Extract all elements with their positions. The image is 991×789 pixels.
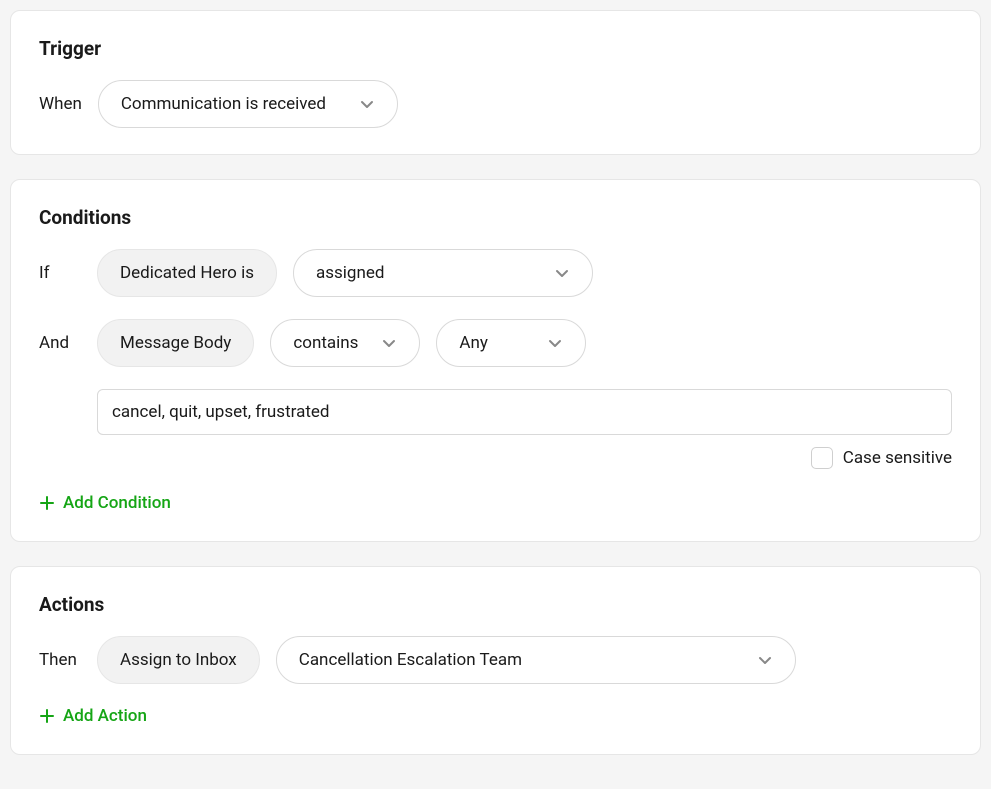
and-label: And bbox=[39, 333, 81, 353]
then-label: Then bbox=[39, 650, 81, 670]
add-action-label: Add Action bbox=[63, 706, 147, 726]
keywords-input[interactable] bbox=[97, 389, 952, 435]
condition-row-2: And Message Body contains Any bbox=[39, 319, 952, 367]
trigger-card: Trigger When Communication is received bbox=[10, 10, 981, 155]
case-sensitive-label: Case sensitive bbox=[843, 448, 952, 468]
case-sensitive-row: Case sensitive bbox=[39, 447, 952, 469]
condition2-match-label: Any bbox=[459, 333, 488, 353]
trigger-title: Trigger bbox=[39, 37, 952, 60]
trigger-event-select[interactable]: Communication is received bbox=[98, 80, 398, 128]
condition1-field-label: Dedicated Hero is bbox=[120, 263, 254, 283]
if-label: If bbox=[39, 263, 81, 283]
chevron-down-icon bbox=[757, 652, 773, 668]
condition2-field-pill[interactable]: Message Body bbox=[97, 319, 254, 367]
plus-icon bbox=[39, 495, 55, 511]
when-label: When bbox=[39, 94, 82, 114]
chevron-down-icon bbox=[359, 96, 375, 112]
actions-card: Actions Then Assign to Inbox Cancellatio… bbox=[10, 566, 981, 755]
condition1-value-label: assigned bbox=[316, 263, 384, 283]
condition1-value-select[interactable]: assigned bbox=[293, 249, 593, 297]
conditions-card: Conditions If Dedicated Hero is assigned… bbox=[10, 179, 981, 542]
condition2-field-label: Message Body bbox=[120, 333, 231, 353]
plus-icon bbox=[39, 708, 55, 724]
condition2-match-select[interactable]: Any bbox=[436, 319, 586, 367]
chevron-down-icon bbox=[554, 265, 570, 281]
trigger-event-value: Communication is received bbox=[121, 94, 326, 114]
add-action-button[interactable]: Add Action bbox=[39, 706, 147, 726]
condition-row-1: If Dedicated Hero is assigned bbox=[39, 249, 952, 297]
action-target-label: Cancellation Escalation Team bbox=[299, 650, 522, 670]
trigger-row: When Communication is received bbox=[39, 80, 952, 128]
actions-title: Actions bbox=[39, 593, 952, 616]
chevron-down-icon bbox=[381, 335, 397, 351]
condition2-operator-select[interactable]: contains bbox=[270, 319, 420, 367]
conditions-title: Conditions bbox=[39, 206, 952, 229]
add-condition-button[interactable]: Add Condition bbox=[39, 493, 171, 513]
case-sensitive-checkbox[interactable] bbox=[811, 447, 833, 469]
condition2-operator-label: contains bbox=[293, 333, 358, 353]
keywords-row bbox=[39, 389, 952, 435]
action-target-select[interactable]: Cancellation Escalation Team bbox=[276, 636, 796, 684]
action-type-label: Assign to Inbox bbox=[120, 650, 237, 670]
action-type-pill[interactable]: Assign to Inbox bbox=[97, 636, 260, 684]
add-condition-label: Add Condition bbox=[63, 493, 171, 513]
condition1-field-pill[interactable]: Dedicated Hero is bbox=[97, 249, 277, 297]
action-row-1: Then Assign to Inbox Cancellation Escala… bbox=[39, 636, 952, 684]
chevron-down-icon bbox=[547, 335, 563, 351]
